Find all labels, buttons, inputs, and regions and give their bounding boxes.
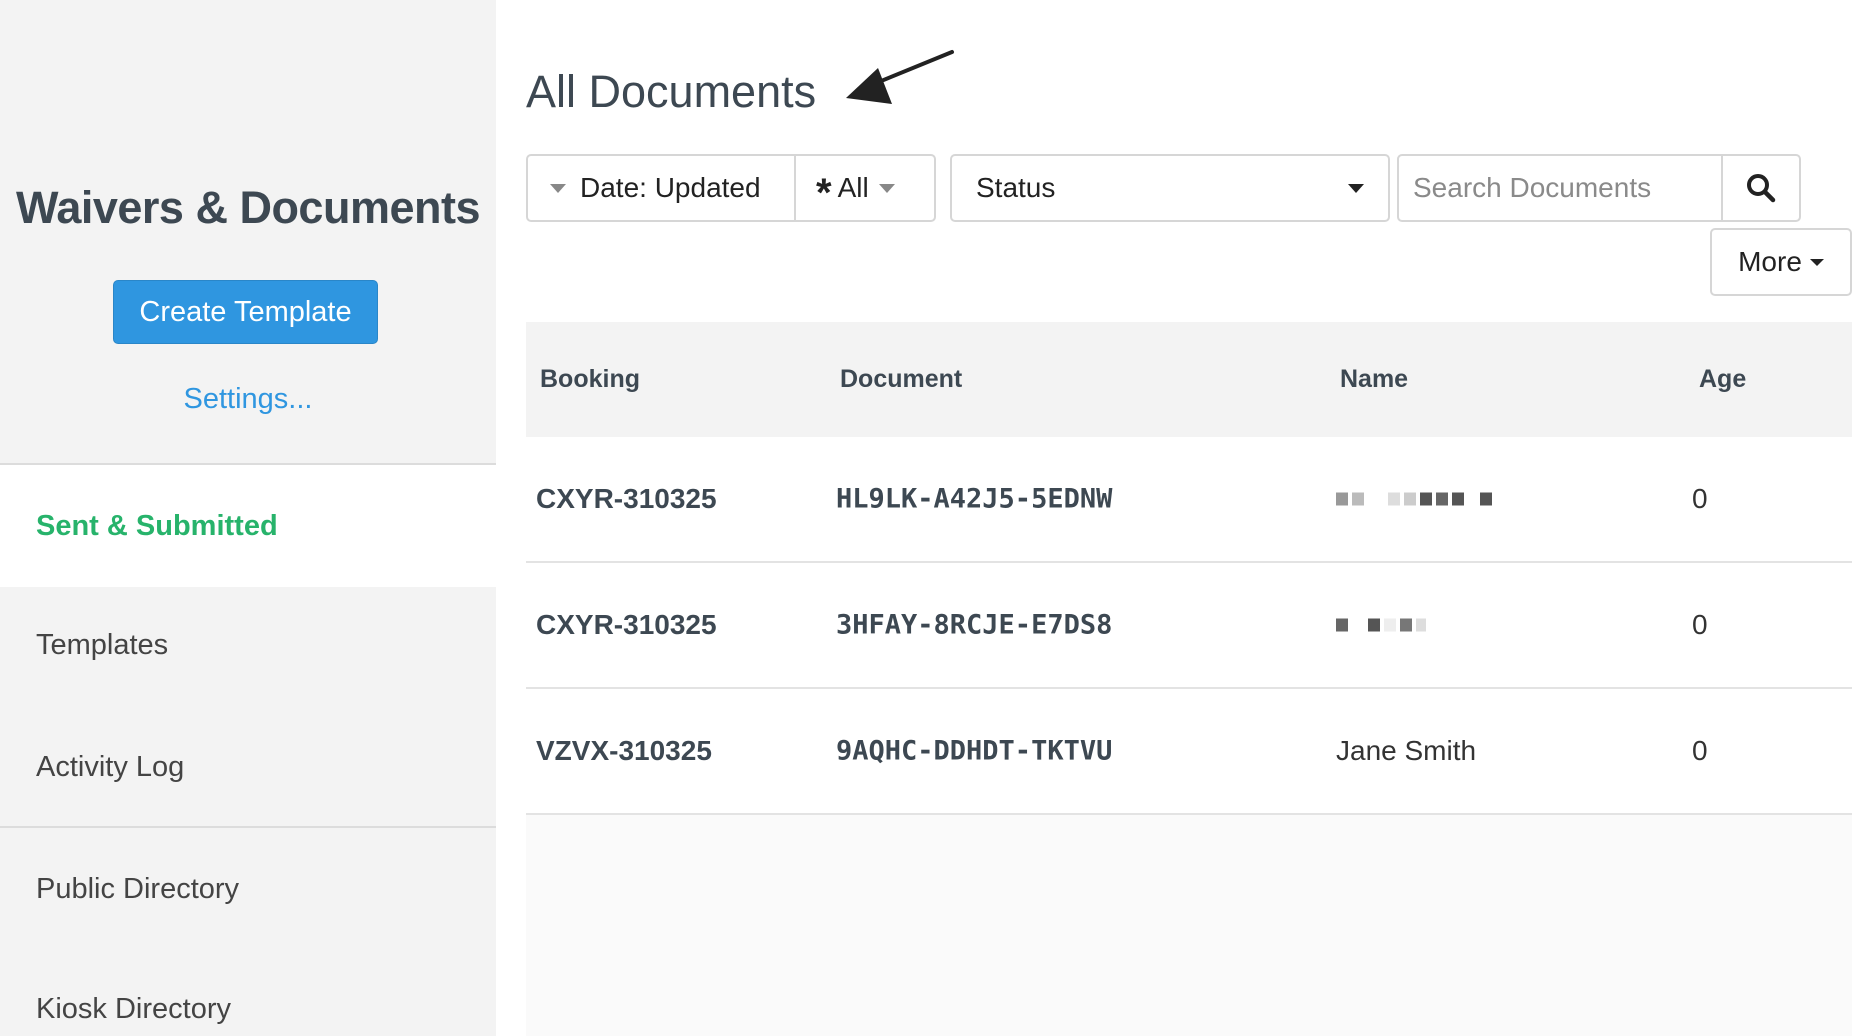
main-content: All Documents Date: Updated * All Status… (496, 0, 1872, 1036)
sidebar: Waivers & Documents Create Template Sett… (0, 0, 496, 1036)
date-sort-label: Date: Updated (580, 172, 761, 203)
page-title: All Documents (526, 66, 817, 117)
search-button[interactable] (1721, 156, 1799, 220)
documents-table: Booking Document Name Age CXYR-310325 HL… (526, 322, 1852, 815)
more-label: More (1738, 246, 1802, 277)
column-header-age[interactable]: Age (1699, 365, 1746, 394)
asterisk-icon: * (816, 171, 832, 215)
age-cell: 0 (1692, 609, 1708, 640)
status-select[interactable]: Status (950, 154, 1390, 222)
booking-cell: CXYR-310325 (536, 609, 717, 640)
create-template-button[interactable]: Create Template (113, 280, 378, 344)
caret-down-icon (1809, 258, 1824, 266)
table-header: Booking Document Name Age (526, 322, 1852, 437)
sidebar-item-sent-submitted[interactable]: Sent & Submitted (0, 465, 496, 587)
table-row[interactable]: CXYR-310325 HL9LK-A42J5-5EDNW 0 (526, 437, 1852, 563)
more-button[interactable]: More (1710, 228, 1852, 296)
name-cell: Jane Smith (1336, 735, 1477, 766)
column-header-name[interactable]: Name (1340, 365, 1408, 394)
date-filter-group: Date: Updated * All (526, 154, 936, 222)
table-row[interactable]: CXYR-310325 3HFAY-8RCJE-E7DS8 0 (526, 563, 1852, 689)
document-cell[interactable]: 9AQHC-DDHDT-TKTVU (836, 736, 1112, 767)
arrow-annotation-icon (846, 50, 954, 104)
booking-cell: VZVX-310325 (536, 735, 712, 766)
column-header-document[interactable]: Document (840, 365, 962, 394)
date-sort-dropdown[interactable]: Date: Updated (528, 156, 794, 220)
table-empty-area (526, 815, 1852, 1036)
caret-down-icon (1348, 183, 1364, 193)
age-cell: 0 (1692, 483, 1708, 514)
search-box (1397, 154, 1801, 222)
date-range-dropdown[interactable]: * All (794, 156, 934, 220)
sidebar-item-templates[interactable]: Templates (0, 584, 496, 706)
table-row[interactable]: VZVX-310325 9AQHC-DDHDT-TKTVU Jane Smith… (526, 689, 1852, 815)
name-cell-redacted (1336, 618, 1426, 632)
sidebar-title: Waivers & Documents (16, 182, 480, 233)
caret-down-icon (550, 183, 566, 193)
age-cell: 0 (1692, 735, 1708, 766)
search-icon (1747, 174, 1776, 203)
booking-cell: CXYR-310325 (536, 483, 717, 514)
status-label: Status (976, 172, 1056, 203)
sidebar-item-activity-log[interactable]: Activity Log (0, 706, 496, 828)
caret-down-icon (878, 183, 895, 193)
date-range-label: All (837, 172, 869, 203)
name-cell-redacted (1336, 492, 1492, 506)
document-cell[interactable]: HL9LK-A42J5-5EDNW (836, 484, 1112, 515)
document-cell[interactable]: 3HFAY-8RCJE-E7DS8 (836, 610, 1112, 641)
sidebar-item-kiosk-directory[interactable]: Kiosk Directory (0, 948, 496, 1036)
sidebar-item-public-directory[interactable]: Public Directory (0, 828, 496, 950)
column-header-booking[interactable]: Booking (540, 365, 640, 394)
search-input[interactable] (1399, 156, 1721, 220)
settings-link[interactable]: Settings... (0, 383, 496, 416)
